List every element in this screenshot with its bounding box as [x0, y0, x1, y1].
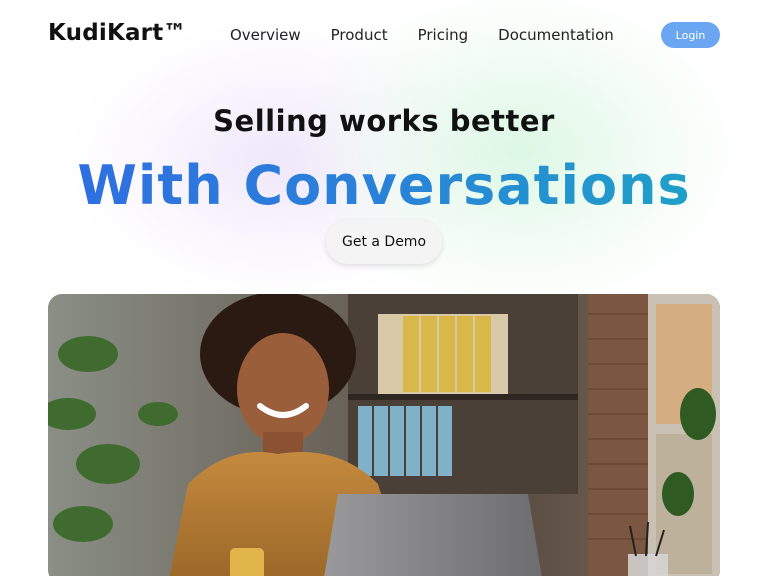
- nav-link-product[interactable]: Product: [316, 26, 403, 44]
- nav-link-overview[interactable]: Overview: [215, 26, 316, 44]
- hero-photo-woman-at-laptop: [48, 294, 720, 576]
- nav-links: Overview Product Pricing Documentation: [215, 26, 629, 44]
- landing-page: KudiKart™ Overview Product Pricing Docum…: [0, 0, 768, 576]
- nav-link-pricing[interactable]: Pricing: [403, 26, 484, 44]
- hero-title-text: With Conversations: [77, 154, 691, 217]
- get-demo-button[interactable]: Get a Demo: [326, 220, 442, 264]
- hero-title: With Conversations: [0, 153, 768, 219]
- hero-photo-illustration: [48, 294, 720, 576]
- top-navigation: KudiKart™ Overview Product Pricing Docum…: [0, 0, 768, 70]
- hero-subtitle: Selling works better: [213, 104, 555, 138]
- brand-logo[interactable]: KudiKart™: [48, 20, 187, 46]
- nav-link-documentation[interactable]: Documentation: [483, 26, 629, 44]
- login-button[interactable]: Login: [661, 22, 720, 48]
